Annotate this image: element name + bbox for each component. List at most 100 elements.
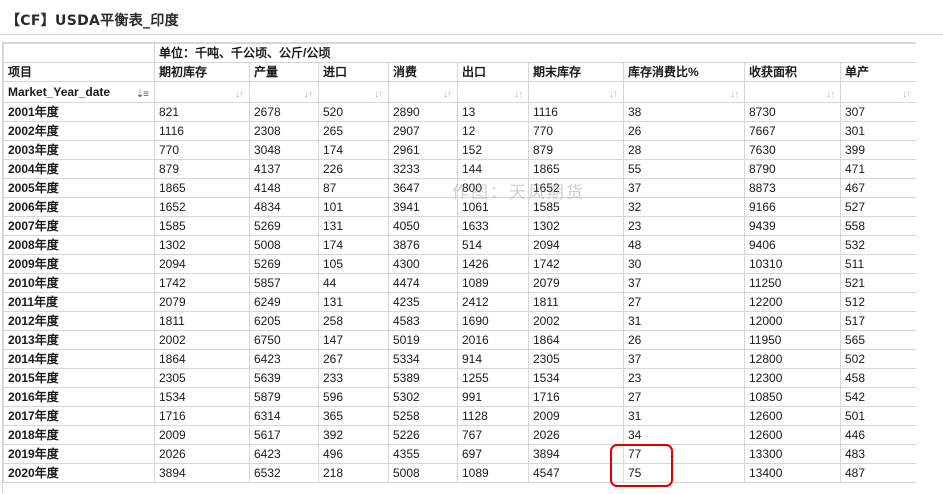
table-cell: 517 xyxy=(840,311,916,331)
table-cell: 1426 xyxy=(457,254,529,274)
sort-cell[interactable]: ↓↑ xyxy=(623,81,745,103)
sort-icon[interactable]: ↓↑ xyxy=(374,86,383,102)
table-cell: 5019 xyxy=(388,330,458,350)
table-cell: 2026 xyxy=(528,425,624,445)
table-cell: 1811 xyxy=(528,292,624,312)
row-label: 2018年度 xyxy=(3,425,155,445)
sort-cell[interactable]: ↓↑ xyxy=(154,81,250,103)
table-cell: 392 xyxy=(318,425,389,445)
table-row: 2016年度 1534 5879 596 5302 991 1716 27 10850 542 xyxy=(3,387,916,407)
table-cell: 2907 xyxy=(388,121,458,141)
sort-icon[interactable]: ↓↑ xyxy=(514,86,523,102)
table-cell: 13 xyxy=(457,102,529,122)
column-header[interactable]: 产量 xyxy=(249,62,319,82)
column-header[interactable]: 项目 xyxy=(3,62,155,82)
table-cell: 1116 xyxy=(528,102,624,122)
column-header[interactable]: 期末库存 xyxy=(528,62,624,82)
table-cell: 12200 xyxy=(744,292,841,312)
row-label: 2012年度 xyxy=(3,311,155,331)
sort-cell[interactable]: ↓↑ xyxy=(840,81,916,103)
table-row: 2001年度 821 2678 520 2890 13 1116 38 8730 307 xyxy=(3,102,916,122)
sort-cell[interactable]: ↓↑ xyxy=(457,81,529,103)
table-cell: 87 xyxy=(318,178,389,198)
page-title: 【CF】USDA平衡表_印度 xyxy=(6,13,179,29)
table-cell: 12800 xyxy=(744,349,841,369)
table-cell: 1534 xyxy=(528,368,624,388)
table-cell: 2308 xyxy=(249,121,319,141)
sort-icon[interactable]: ↓↑ xyxy=(304,86,313,102)
column-header[interactable]: 单产 xyxy=(840,62,916,82)
table-cell: 5879 xyxy=(249,387,319,407)
table-cell: 3647 xyxy=(388,178,458,198)
sort-icon[interactable]: ↓↑ xyxy=(730,86,739,102)
sort-icon[interactable]: ↓↑ xyxy=(443,86,452,102)
table-cell: 1302 xyxy=(154,235,250,255)
column-header[interactable]: 库存消费比% xyxy=(623,62,745,82)
table-cell: 2002 xyxy=(528,311,624,331)
table-cell: 1690 xyxy=(457,311,529,331)
row-label: 2007年度 xyxy=(3,216,155,236)
sort-cell[interactable]: ↓↑ xyxy=(744,81,841,103)
table-row: 2018年度 2009 5617 392 5226 767 2026 34 12600 446 xyxy=(3,425,916,445)
table-cell: 9166 xyxy=(744,197,841,217)
table-cell: 1865 xyxy=(528,159,624,179)
table-cell: 1652 xyxy=(154,197,250,217)
sort-active-icon[interactable]: ⇣≡ xyxy=(136,86,149,102)
sort-icon[interactable]: ↓↑ xyxy=(235,86,244,102)
table-cell: 767 xyxy=(457,425,529,445)
table-cell: 2016 xyxy=(457,330,529,350)
table-cell: 2961 xyxy=(388,140,458,160)
table-cell: 23 xyxy=(623,216,745,236)
dimension-cell[interactable]: Market_Year_date ⇣≡ xyxy=(3,81,155,103)
table-cell: 30 xyxy=(623,254,745,274)
column-header[interactable]: 进口 xyxy=(318,62,389,82)
table-cell: 6205 xyxy=(249,311,319,331)
table-cell: 307 xyxy=(840,102,916,122)
table-cell: 3941 xyxy=(388,197,458,217)
sort-icon[interactable]: ↓↑ xyxy=(826,86,835,102)
table-cell: 399 xyxy=(840,140,916,160)
column-header[interactable]: 收获面积 xyxy=(744,62,841,82)
sort-icon[interactable]: ↓↑ xyxy=(902,86,911,102)
table-cell: 6423 xyxy=(249,444,319,464)
sort-cell[interactable]: ↓↑ xyxy=(388,81,458,103)
table-row: 2014年度 1864 6423 267 5334 914 2305 37 12800 502 xyxy=(3,349,916,369)
table-cell: 131 xyxy=(318,292,389,312)
column-header[interactable]: 消费 xyxy=(388,62,458,82)
table-cell: 1811 xyxy=(154,311,250,331)
table-row: 2017年度 1716 6314 365 5258 1128 2009 31 12600 501 xyxy=(3,406,916,426)
table-cell: 365 xyxy=(318,406,389,426)
row-label: 2016年度 xyxy=(3,387,155,407)
row-label: 2014年度 xyxy=(3,349,155,369)
sort-cell[interactable]: ↓↑ xyxy=(249,81,319,103)
table-cell: 1864 xyxy=(154,349,250,369)
table-cell: 1089 xyxy=(457,273,529,293)
table-row: 2013年度 2002 6750 147 5019 2016 1864 26 11950 565 xyxy=(3,330,916,350)
table-cell: 446 xyxy=(840,425,916,445)
table-cell: 37 xyxy=(623,178,745,198)
row-label: 2008年度 xyxy=(3,235,155,255)
table-cell: 131 xyxy=(318,216,389,236)
table-cell: 2079 xyxy=(528,273,624,293)
table-cell: 7630 xyxy=(744,140,841,160)
table-cell: 467 xyxy=(840,178,916,198)
sort-cell[interactable]: ↓↑ xyxy=(318,81,389,103)
table-cell: 10310 xyxy=(744,254,841,274)
table-cell: 5258 xyxy=(388,406,458,426)
table-cell: 8790 xyxy=(744,159,841,179)
sort-icon[interactable]: ↓↑ xyxy=(609,86,618,102)
row-label: 2004年度 xyxy=(3,159,155,179)
table-row: 2020年度 3894 6532 218 5008 1089 4547 75 13400 487 xyxy=(3,463,916,483)
table-cell: 1534 xyxy=(154,387,250,407)
column-header[interactable]: 期初库存 xyxy=(154,62,250,82)
row-label: 2009年度 xyxy=(3,254,155,274)
table-cell: 31 xyxy=(623,311,745,331)
table-cell: 265 xyxy=(318,121,389,141)
table-cell: 11250 xyxy=(744,273,841,293)
table-cell: 2678 xyxy=(249,102,319,122)
table-cell: 487 xyxy=(840,463,916,483)
table-cell: 4834 xyxy=(249,197,319,217)
column-header[interactable]: 出口 xyxy=(457,62,529,82)
table-cell: 483 xyxy=(840,444,916,464)
sort-cell[interactable]: ↓↑ xyxy=(528,81,624,103)
